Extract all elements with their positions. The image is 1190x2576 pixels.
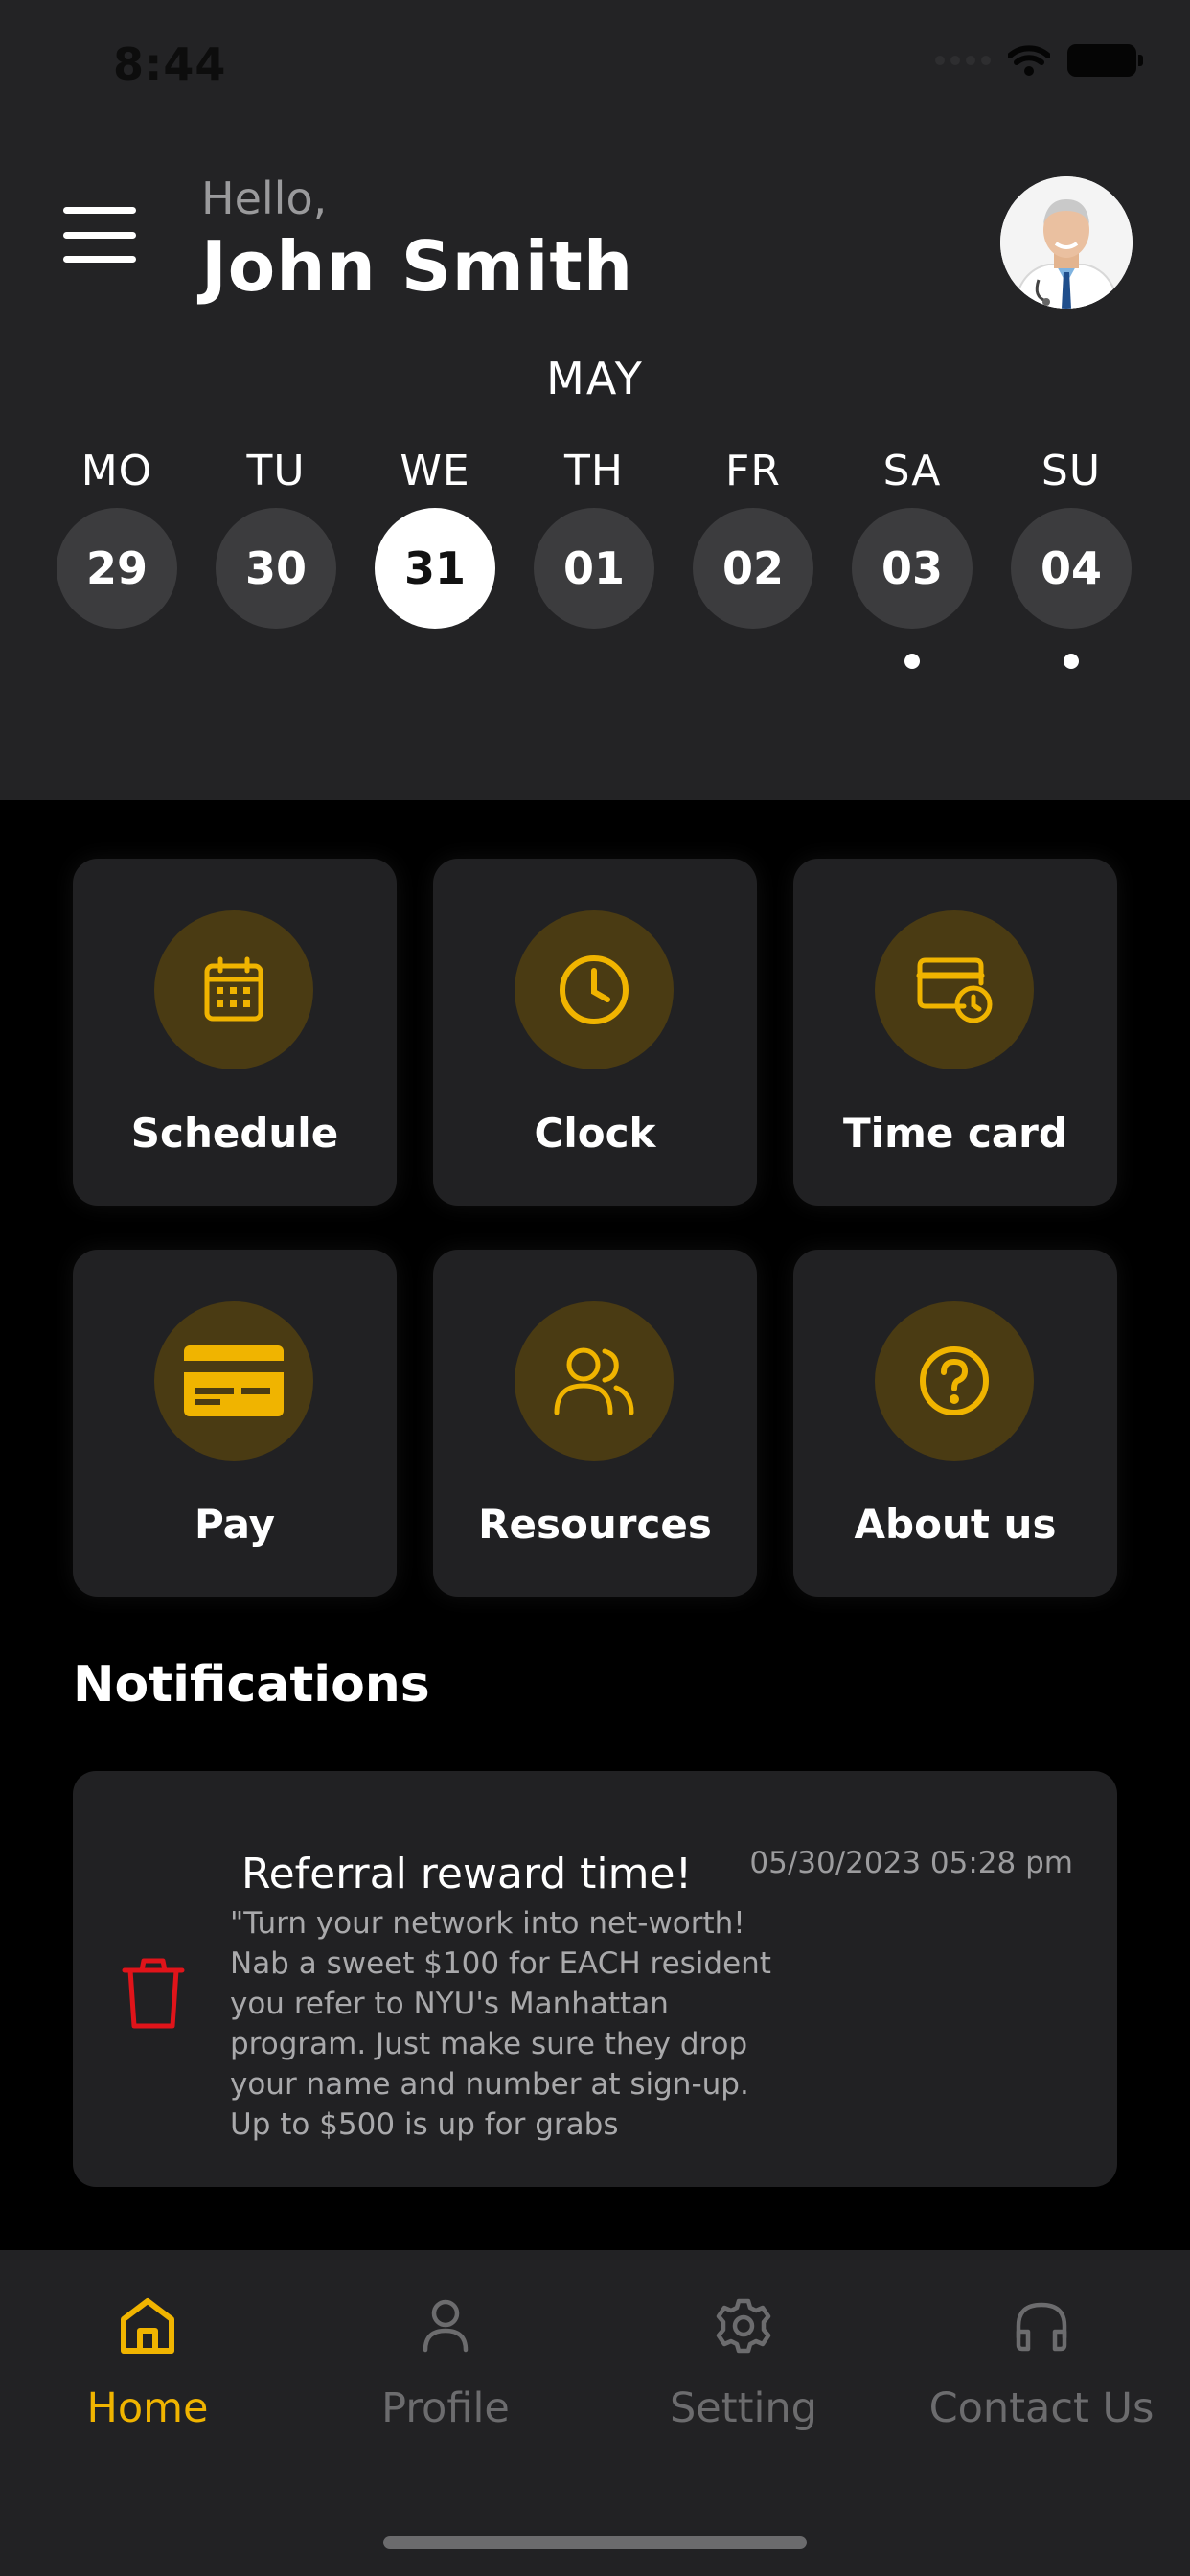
notification-title: Referral reward time! xyxy=(241,1850,693,1898)
day-name: SA xyxy=(882,447,942,495)
status-icons xyxy=(935,44,1143,77)
status-time: 8:44 xyxy=(113,38,227,90)
gear-icon xyxy=(716,2298,771,2354)
home-icon xyxy=(121,2298,174,2354)
tile-label: Clock xyxy=(534,1110,656,1157)
pay-tile[interactable]: Pay xyxy=(73,1250,397,1597)
day-monday: MO 29 xyxy=(57,441,177,629)
day-saturday: SA 03 xyxy=(852,441,973,669)
tile-label: Pay xyxy=(194,1501,276,1548)
avatar[interactable] xyxy=(1000,176,1133,309)
day-number-selected[interactable]: 31 xyxy=(375,508,495,629)
nav-contact-us[interactable]: Contact Us xyxy=(907,2290,1176,2432)
notification-date: 05/30/2023 05:28 pm xyxy=(749,1846,1073,1880)
nav-profile[interactable]: Profile xyxy=(311,2290,580,2432)
day-number[interactable]: 04 xyxy=(1011,508,1132,629)
event-dot xyxy=(904,654,920,669)
calendar-month: MAY xyxy=(546,353,644,404)
schedule-tile[interactable]: Schedule xyxy=(73,859,397,1206)
day-name: MO xyxy=(80,447,153,495)
day-tuesday: TU 30 xyxy=(216,441,336,629)
nav-home[interactable]: Home xyxy=(13,2290,282,2432)
help-circle-icon xyxy=(875,1301,1034,1460)
day-number[interactable]: 29 xyxy=(57,508,177,629)
tile-label: About us xyxy=(854,1501,1057,1548)
signal-icon xyxy=(935,56,991,65)
resources-tile[interactable]: Resources xyxy=(433,1250,757,1597)
time-card-tile[interactable]: Time card xyxy=(793,859,1117,1206)
greeting: Hello, xyxy=(201,172,328,224)
day-thursday: TH 01 xyxy=(534,441,654,629)
about-us-tile[interactable]: About us xyxy=(793,1250,1117,1597)
clock-icon xyxy=(515,910,674,1070)
tile-label: Time card xyxy=(843,1110,1067,1157)
users-icon xyxy=(515,1301,674,1460)
notification-body: "Turn your network into net-worth! Nab a… xyxy=(230,1906,771,2142)
day-name: TH xyxy=(564,447,624,495)
avatar-portrait xyxy=(1000,176,1133,309)
headphones-icon xyxy=(1016,2302,1067,2352)
nav-setting[interactable]: Setting xyxy=(609,2290,878,2432)
user-name: John Smith xyxy=(201,226,634,307)
time-card-icon xyxy=(875,910,1034,1070)
clock-tile[interactable]: Clock xyxy=(433,859,757,1206)
day-name: WE xyxy=(400,447,470,495)
day-number[interactable]: 30 xyxy=(216,508,336,629)
day-name: TU xyxy=(246,447,306,495)
nav-label: Profile xyxy=(381,2384,510,2432)
home-indicator xyxy=(383,2536,807,2549)
notifications-heading: Notifications xyxy=(73,1656,430,1714)
notification-card[interactable]: Referral reward time! 05/30/2023 05:28 p… xyxy=(73,1771,1117,2187)
day-number[interactable]: 02 xyxy=(693,508,813,629)
battery-icon xyxy=(1067,44,1143,77)
day-name: FR xyxy=(725,447,781,495)
trash-icon[interactable] xyxy=(121,1957,186,2030)
credit-card-icon xyxy=(154,1301,313,1460)
nav-label: Contact Us xyxy=(928,2384,1155,2432)
day-friday: FR 02 xyxy=(693,441,813,629)
event-dot xyxy=(1064,654,1079,669)
tile-label: Schedule xyxy=(130,1110,339,1157)
menu-button[interactable] xyxy=(63,207,136,263)
day-number[interactable]: 03 xyxy=(852,508,973,629)
nav-label: Setting xyxy=(670,2384,817,2432)
tile-label: Resources xyxy=(478,1501,712,1548)
day-sunday: SU 04 xyxy=(1011,441,1132,669)
day-wednesday: WE 31 xyxy=(375,441,495,629)
day-number[interactable]: 01 xyxy=(534,508,654,629)
user-icon xyxy=(423,2299,469,2353)
day-name: SU xyxy=(1041,447,1102,495)
calendar-icon xyxy=(154,910,313,1070)
wifi-icon xyxy=(1008,45,1050,76)
nav-label: Home xyxy=(86,2384,209,2432)
